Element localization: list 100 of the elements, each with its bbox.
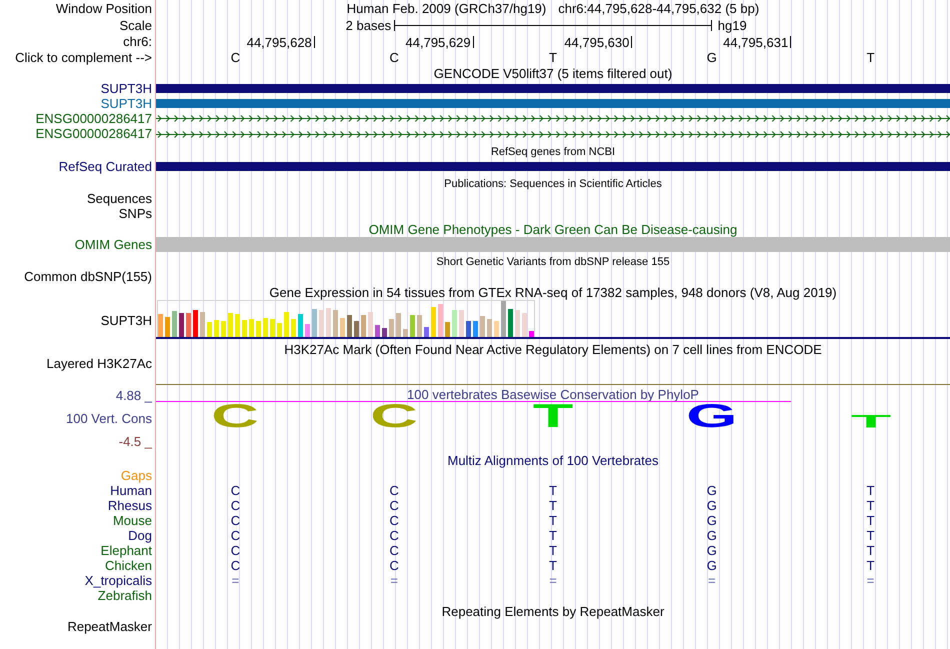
scale-span-text: 2 bases xyxy=(346,18,392,33)
expression-bar[interactable] xyxy=(382,328,387,337)
expression-bar[interactable] xyxy=(242,320,247,337)
track-title: Gene Expression in 54 tissues from GTEx RNA-seq of 17382 samples, 948 donors (V8, Aug 2019) xyxy=(269,286,837,300)
track-label[interactable]: SUPT3H xyxy=(100,82,152,96)
expression-bar[interactable] xyxy=(424,327,429,337)
aligned-base: G xyxy=(706,514,717,528)
expression-bar[interactable] xyxy=(522,313,527,337)
expression-bar[interactable] xyxy=(333,310,338,337)
expression-bar[interactable] xyxy=(375,325,380,337)
expression-bar[interactable] xyxy=(417,315,422,337)
expression-bar[interactable] xyxy=(186,313,191,337)
track-label[interactable]: Sequences xyxy=(86,192,152,206)
expression-bar[interactable] xyxy=(403,329,408,337)
aligned-base: G xyxy=(706,484,717,498)
base-letter: G xyxy=(706,50,717,64)
expression-bar[interactable] xyxy=(361,315,366,337)
expression-bar[interactable] xyxy=(466,321,471,337)
expression-bar[interactable] xyxy=(438,304,443,337)
aligned-base: = xyxy=(866,574,874,588)
aligned-base: T xyxy=(549,544,557,558)
tick-mark xyxy=(631,36,632,48)
expression-bar[interactable] xyxy=(193,310,198,337)
expression-bar[interactable] xyxy=(501,301,506,337)
expression-bar[interactable] xyxy=(277,323,282,337)
expression-bar[interactable] xyxy=(312,309,317,337)
expression-bar[interactable] xyxy=(319,310,324,337)
aligned-base: C xyxy=(230,514,240,528)
expression-bar[interactable] xyxy=(235,314,240,337)
position-text: chr6:44,795,628-44,795,632 (5 bp) xyxy=(558,1,760,16)
track-label[interactable]: SNPs xyxy=(118,206,152,220)
track-title: GENCODE V50lift37 (5 items filtered out) xyxy=(434,67,672,81)
expression-bar[interactable] xyxy=(396,313,401,337)
expression-bar[interactable] xyxy=(326,308,331,337)
track-label[interactable]: ENSG00000286417 xyxy=(36,112,152,126)
axis-min-label: -4.5 _ xyxy=(118,435,152,449)
track-title: Multiz Alignments of 100 Vertebrates xyxy=(447,454,658,468)
expression-bar[interactable] xyxy=(284,312,289,337)
gene-bar[interactable] xyxy=(156,84,950,93)
expression-bar[interactable] xyxy=(172,311,177,337)
aligned-base: C xyxy=(390,544,399,558)
expression-bar[interactable] xyxy=(256,321,261,337)
aligned-base: G xyxy=(706,558,717,572)
expression-bar[interactable] xyxy=(214,320,219,337)
track-label[interactable]: 100 Vert. Cons xyxy=(66,412,152,426)
expression-bar[interactable] xyxy=(249,319,254,337)
expression-bar[interactable] xyxy=(473,321,478,337)
species-label: Chicken xyxy=(105,558,152,572)
expression-bar[interactable] xyxy=(298,314,303,337)
gene-bar[interactable] xyxy=(156,162,950,171)
expression-bar[interactable] xyxy=(347,315,352,337)
expression-bar[interactable] xyxy=(529,331,534,337)
expression-bar[interactable] xyxy=(368,312,373,337)
expression-bar[interactable] xyxy=(354,321,359,337)
expression-bar[interactable] xyxy=(389,319,394,337)
track-label[interactable]: RefSeq Curated xyxy=(58,160,152,174)
aligned-base: T xyxy=(549,558,557,572)
gene-bar[interactable] xyxy=(156,99,950,108)
aligned-base: T xyxy=(866,514,875,528)
expression-bar[interactable] xyxy=(270,319,275,337)
aligned-base: = xyxy=(708,574,716,588)
logo-letter: T xyxy=(532,404,574,428)
expression-bar[interactable] xyxy=(165,317,170,337)
track-label[interactable]: OMIM Genes xyxy=(74,238,152,252)
expression-bar[interactable] xyxy=(228,313,233,337)
track-label[interactable]: ENSG00000286417 xyxy=(36,127,152,142)
expression-bar[interactable] xyxy=(445,322,450,337)
expression-bar[interactable] xyxy=(487,319,492,337)
aligned-base: T xyxy=(866,544,875,558)
expression-bar[interactable] xyxy=(459,310,464,337)
track-label[interactable]: SUPT3H xyxy=(100,314,152,328)
logo-letter: C xyxy=(212,404,260,428)
track-label[interactable]: SUPT3H xyxy=(100,96,152,110)
expression-bar[interactable] xyxy=(291,319,296,337)
expression-bar[interactable] xyxy=(207,322,212,337)
aligned-base: G xyxy=(706,544,717,558)
track-label[interactable]: Layered H3K27Ac xyxy=(46,357,152,371)
expression-bar[interactable] xyxy=(431,307,436,337)
window-position-label: Window Position xyxy=(56,2,152,16)
expression-bar[interactable] xyxy=(158,314,163,337)
expression-bar[interactable] xyxy=(221,321,226,337)
species-label: Elephant xyxy=(100,544,152,558)
expression-bar[interactable] xyxy=(515,310,520,337)
expression-bar[interactable] xyxy=(200,312,205,337)
species-label: X_tropicalis xyxy=(84,574,152,588)
track-label[interactable]: RepeatMasker xyxy=(67,620,152,634)
expression-bar[interactable] xyxy=(263,318,268,337)
track-label[interactable]: Common dbSNP(155) xyxy=(24,270,152,284)
expression-bar[interactable] xyxy=(410,315,415,337)
feature-bar[interactable] xyxy=(156,237,950,252)
track-caption: RefSeq genes from NCBI xyxy=(490,146,616,158)
expression-bar[interactable] xyxy=(508,309,513,337)
expression-bar[interactable] xyxy=(305,324,310,337)
expression-bar[interactable] xyxy=(179,313,184,337)
base-letter: C xyxy=(390,50,399,64)
expression-bar[interactable] xyxy=(452,310,457,337)
expression-bar[interactable] xyxy=(340,318,345,337)
expression-bar[interactable] xyxy=(480,316,485,337)
complement-link[interactable]: Click to complement --> xyxy=(15,50,152,64)
expression-bar[interactable] xyxy=(494,321,499,337)
